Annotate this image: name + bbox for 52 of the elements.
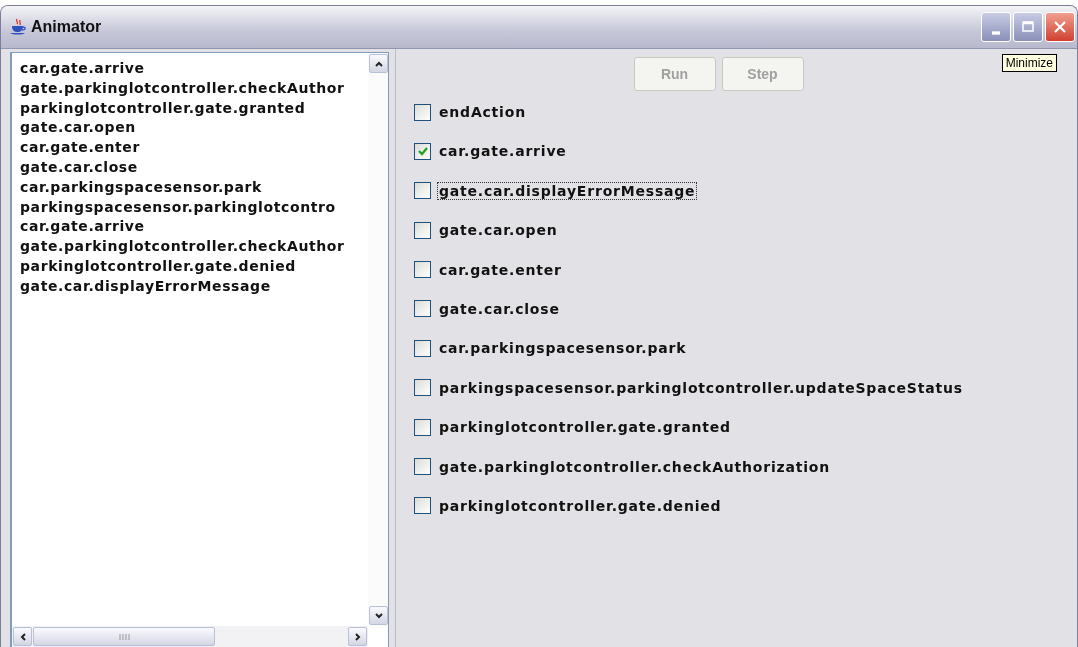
list-item[interactable]: gate.parkinglotcontroller.checkAuthor (20, 237, 368, 257)
checkbox[interactable] (414, 300, 431, 318)
minimize-icon (992, 31, 1000, 35)
checkbox-label[interactable]: endAction (437, 103, 528, 121)
close-button[interactable] (1045, 12, 1075, 42)
checkbox[interactable] (414, 339, 431, 357)
checkbox[interactable] (414, 182, 431, 200)
horizontal-scrollbar[interactable] (12, 626, 368, 647)
checkbox-label[interactable]: gate.parkinglotcontroller.checkAuthorization (437, 457, 832, 476)
checkbox[interactable] (414, 497, 431, 515)
scroll-right-button[interactable] (348, 627, 367, 646)
scroll-left-button[interactable] (13, 627, 32, 646)
window-title: Animator (31, 18, 103, 36)
list-item[interactable]: gate.car.open (20, 118, 368, 139)
checkbox-label[interactable]: gate.car.displayErrorMessage (437, 181, 698, 200)
checkbox-label[interactable]: car.parkingspacesensor.park (437, 339, 689, 358)
maximize-icon (1020, 19, 1036, 35)
list-item[interactable]: parkinglotcontroller.gate.denied (20, 256, 368, 277)
list-item[interactable]: gate.parkinglotcontroller.checkAuthor (20, 78, 368, 99)
list-item[interactable]: car.parkingspacesensor.park (20, 177, 368, 198)
list-item[interactable]: gate.car.displayErrorMessage (20, 276, 368, 297)
checkbox[interactable] (414, 458, 431, 475)
list-item[interactable]: parkinglotcontroller.gate.granted (20, 98, 368, 119)
scroll-up-button[interactable] (369, 54, 388, 73)
checkbox[interactable] (414, 142, 431, 160)
checkbox[interactable] (414, 221, 431, 239)
list-item[interactable]: car.gate.enter (20, 138, 368, 158)
close-icon (1052, 19, 1068, 35)
checkbox-label[interactable]: parkinglotcontroller.gate.granted (437, 418, 733, 437)
checkbox-label[interactable]: gate.car.close (437, 299, 562, 318)
list-item[interactable]: car.gate.arrive (20, 59, 368, 79)
scroll-thumb[interactable] (33, 627, 215, 646)
checkbox-label[interactable]: parkinglotcontroller.gate.denied (437, 496, 724, 515)
checkbox[interactable] (414, 261, 431, 279)
scroll-down-button[interactable] (369, 606, 388, 625)
grip-icon (118, 631, 130, 642)
checkbox[interactable] (414, 379, 431, 397)
checkbox-label[interactable]: gate.car.open (437, 221, 560, 240)
minimize-button[interactable] (981, 12, 1011, 42)
checkbox-label[interactable]: car.gate.arrive (437, 142, 569, 161)
checkbox-label[interactable]: parkingspacesensor.parkinglotcontroller.updateSpaceStatus (437, 378, 965, 397)
list-item[interactable]: gate.car.close (20, 158, 368, 178)
checkbox-label[interactable]: car.gate.enter (437, 260, 564, 279)
checkbox[interactable] (414, 418, 431, 436)
vertical-scrollbar[interactable] (368, 53, 388, 626)
check-icon (416, 145, 429, 158)
checkbox[interactable] (414, 103, 431, 121)
maximize-button[interactable] (1013, 12, 1043, 42)
list-item[interactable]: parkingspacesensor.parkinglotcontro (20, 197, 368, 218)
tooltip: Minimize (1001, 54, 1057, 72)
list-item[interactable]: car.gate.arrive (20, 217, 368, 238)
coffee-cup-icon (9, 18, 27, 36)
